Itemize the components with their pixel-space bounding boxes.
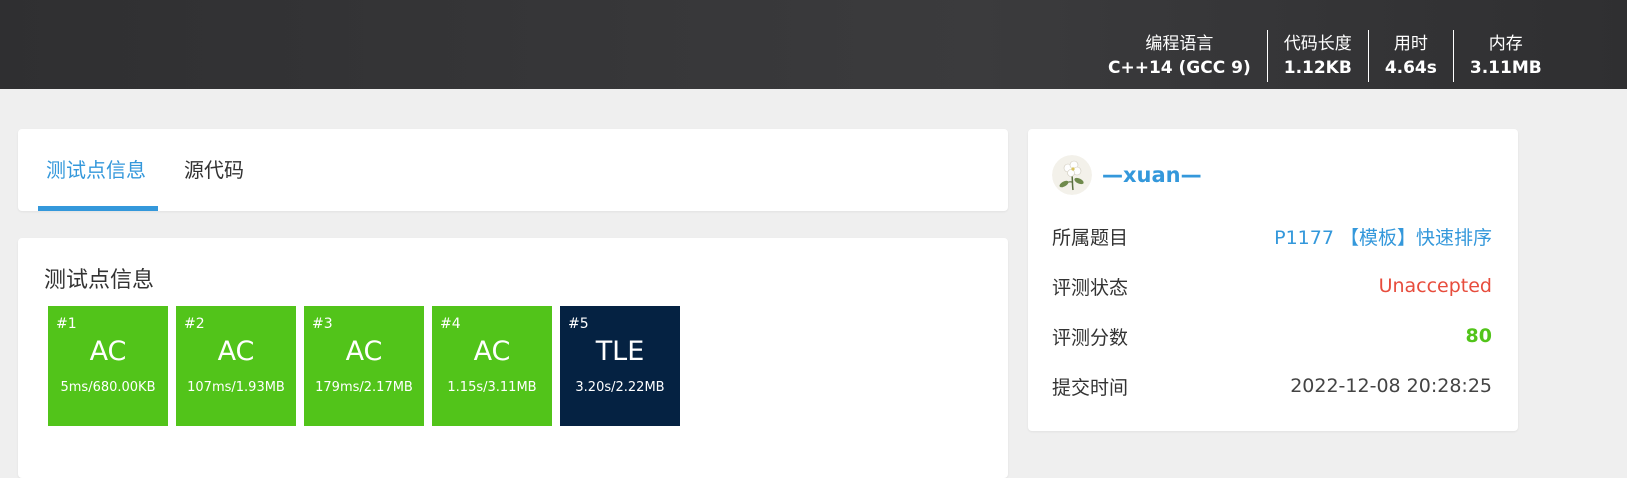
submit-time-label: 提交时间 <box>1052 376 1129 399</box>
testcase-status: AC <box>217 336 255 367</box>
status-label: 评测状态 <box>1052 276 1129 299</box>
testcase-id: #4 <box>440 316 461 332</box>
stat-label: 内存 <box>1488 34 1523 54</box>
stat-label: 编程语言 <box>1145 34 1214 54</box>
stat-time: 用时 4.64s <box>1367 30 1453 82</box>
testcase-status: AC <box>89 336 127 367</box>
problem-label: 所属题目 <box>1052 226 1129 249</box>
testcase-detail: 179ms/2.17MB <box>315 380 413 395</box>
testcase-status: TLE <box>595 336 645 367</box>
stat-value: 1.12KB <box>1283 58 1352 78</box>
testcase-list: #1 AC 5ms/680.00KB #2 AC 107ms/1.93MB #3… <box>48 306 688 426</box>
top-bar: 编程语言 C++14 (GCC 9) 代码长度 1.12KB 用时 4.64s … <box>0 0 1627 89</box>
testcase-id: #2 <box>184 316 205 332</box>
testcase-status: AC <box>473 336 511 367</box>
flower-icon <box>1052 155 1092 195</box>
stat-value: 3.11MB <box>1469 58 1542 78</box>
submit-time-value: 2022-12-08 20:28:25 <box>1290 375 1492 397</box>
testcase-status: AC <box>345 336 383 367</box>
testcase-id: #5 <box>568 316 589 332</box>
tab-source-code[interactable]: 源代码 <box>184 129 244 211</box>
username-link[interactable]: —xuan— <box>1102 163 1202 187</box>
tab-testcase-info[interactable]: 测试点信息 <box>46 129 146 211</box>
stat-memory: 内存 3.11MB <box>1452 30 1558 82</box>
testcase-2[interactable]: #2 AC 107ms/1.93MB <box>176 306 296 426</box>
testcase-5[interactable]: #5 TLE 3.20s/2.22MB <box>560 306 680 426</box>
stat-label: 用时 <box>1393 34 1428 54</box>
testcase-id: #3 <box>312 316 333 332</box>
testcase-detail: 107ms/1.93MB <box>187 380 285 395</box>
submit-time-row: 提交时间 2022-12-08 20:28:25 <box>1052 371 1492 401</box>
stat-label: 代码长度 <box>1283 34 1352 54</box>
active-tab-indicator <box>38 206 158 211</box>
score-row: 评测分数 80 <box>1052 321 1492 351</box>
testcase-1[interactable]: #1 AC 5ms/680.00KB <box>48 306 168 426</box>
testcase-4[interactable]: #4 AC 1.15s/3.11MB <box>432 306 552 426</box>
stat-value: C++14 (GCC 9) <box>1108 58 1251 78</box>
score-label: 评测分数 <box>1052 326 1129 349</box>
testcase-detail: 5ms/680.00KB <box>60 380 156 395</box>
problem-row: 所属题目 P1177 【模板】快速排序 <box>1052 221 1492 251</box>
status-value: Unaccepted <box>1378 275 1492 297</box>
stat-language: 编程语言 C++14 (GCC 9) <box>1092 30 1267 82</box>
submission-info-card: —xuan— 所属题目 P1177 【模板】快速排序 评测状态 Unaccept… <box>1028 129 1518 431</box>
status-row: 评测状态 Unaccepted <box>1052 271 1492 301</box>
testcases-card: 测试点信息 #1 AC 5ms/680.00KB #2 AC 107ms/1.9… <box>18 238 1008 478</box>
problem-link[interactable]: P1177 【模板】快速排序 <box>1274 223 1492 250</box>
testcase-3[interactable]: #3 AC 179ms/2.17MB <box>304 306 424 426</box>
testcase-id: #1 <box>56 316 77 332</box>
tabs-card: 测试点信息 源代码 <box>18 129 1008 211</box>
stat-code-length: 代码长度 1.12KB <box>1266 30 1368 82</box>
stat-value: 4.64s <box>1384 58 1437 78</box>
avatar[interactable] <box>1052 155 1092 195</box>
user-info: —xuan— <box>1052 155 1202 195</box>
submission-stats: 编程语言 C++14 (GCC 9) 代码长度 1.12KB 用时 4.64s … <box>1092 30 1558 82</box>
testcases-title: 测试点信息 <box>44 268 155 293</box>
testcase-detail: 3.20s/2.22MB <box>575 380 665 395</box>
score-value: 80 <box>1465 325 1492 347</box>
testcase-detail: 1.15s/3.11MB <box>447 380 537 395</box>
